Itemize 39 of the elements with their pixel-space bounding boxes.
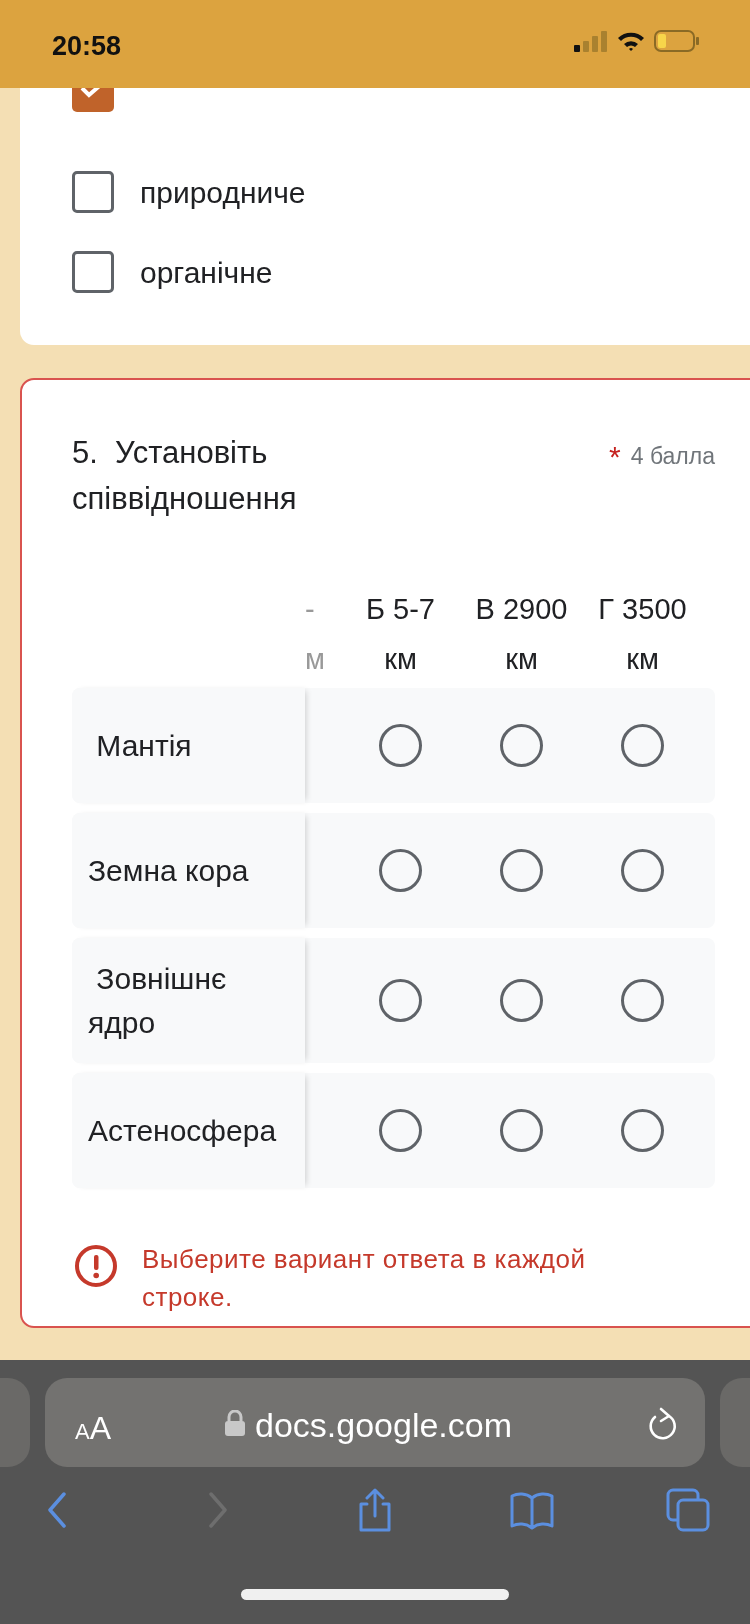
radio-button[interactable] [379,724,422,767]
row-label: Астеносфера [72,1073,305,1188]
reload-icon[interactable] [647,1406,679,1442]
text-size-button[interactable]: AA [75,1404,112,1452]
row-label: Мантія [72,688,305,803]
checkbox[interactable] [72,251,114,293]
battery-icon [654,30,700,52]
clock-time: 20:58 [52,30,122,63]
column-header: Г 3500 км [597,592,688,677]
column-header: Б 5-7 км [365,592,436,677]
checkbox[interactable] [72,88,114,112]
error-message: Выберите вариант ответа в каждой строке. [142,1243,587,1314]
required-mark: * [609,439,621,475]
radio-button[interactable] [500,724,543,767]
address-bar[interactable]: AA docs.google.com [45,1378,705,1467]
row-label: Зовнішнє ядро [72,938,305,1063]
column-header: - м [305,592,326,677]
signal-icon [574,30,608,52]
radio-button[interactable] [500,979,543,1022]
radio-button[interactable] [379,849,422,892]
radio-button[interactable] [621,849,664,892]
question-title: 5. Установіть співвідношення [72,434,298,518]
wifi-icon [616,30,646,52]
option-label: природниче [140,174,306,211]
radio-button[interactable] [500,1109,543,1152]
row-label: Земна кора [72,813,305,928]
radio-button[interactable] [621,979,664,1022]
option-label: органічне [140,254,273,291]
radio-button[interactable] [621,1109,664,1152]
error-icon [74,1244,118,1288]
column-header: В 2900 км [474,592,569,677]
points-label: 4 балла [630,442,715,472]
radio-button[interactable] [379,979,422,1022]
radio-button[interactable] [500,849,543,892]
lock-icon [225,1410,245,1436]
radio-button[interactable] [621,724,664,767]
radio-button[interactable] [379,1109,422,1152]
url-text[interactable]: docs.google.com [255,1400,513,1451]
checkbox[interactable] [72,171,114,213]
